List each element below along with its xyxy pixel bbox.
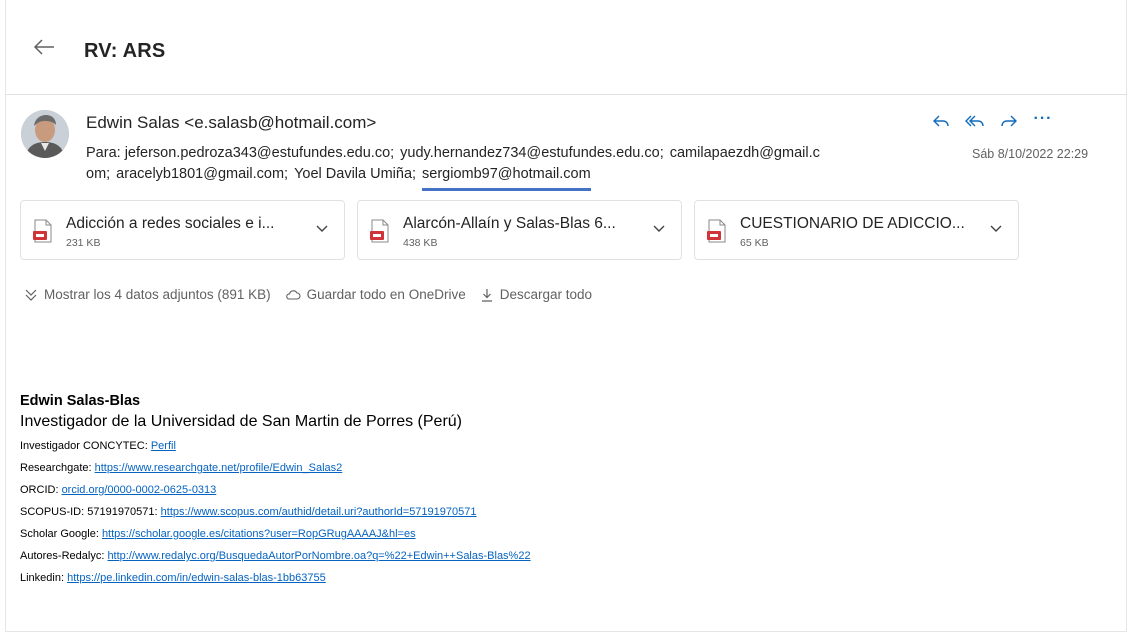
attachment-size: 65 KB <box>740 237 769 249</box>
back-arrow-icon <box>33 39 54 55</box>
signature-label: Autores-Redalyc: <box>20 550 108 562</box>
attachment-name: Adicción a redes sociales e i... <box>66 215 275 232</box>
attachments-toolbar: Mostrar los 4 datos adjuntos (891 KB) Gu… <box>24 287 606 302</box>
attachment-card[interactable]: CUESTIONARIO DE ADICCIO... 65 KB <box>694 200 1019 260</box>
recipients-line: Para: jeferson.pedroza343@estufundes.edu… <box>86 143 956 191</box>
signature-line: SCOPUS-ID: 57191970571: https://www.scop… <box>20 506 531 519</box>
person-photo <box>21 110 69 158</box>
sender-name[interactable]: Edwin Salas <e.salasb@hotmail.com> <box>86 113 376 133</box>
signature-line: Researchgate: https://www.researchgate.n… <box>20 462 531 475</box>
signature-link[interactable]: https://www.scopus.com/authid/detail.uri… <box>161 506 477 518</box>
save-onedrive-link[interactable]: Guardar todo en OneDrive <box>285 287 466 302</box>
attachments-row: Adicción a redes sociales e i... 231 KB … <box>20 200 1019 260</box>
attachment-size: 231 KB <box>66 237 101 249</box>
to-label: Para: <box>86 145 121 161</box>
show-all-label: Mostrar los 4 datos adjuntos (891 KB) <box>44 287 271 302</box>
sent-date: Sáb 8/10/2022 22:29 <box>972 147 1089 161</box>
signature-link[interactable]: https://pe.linkedin.com/in/edwin-salas-b… <box>67 572 326 584</box>
signature-link[interactable]: Perfil <box>151 440 176 452</box>
chevron-down-icon[interactable] <box>315 221 329 235</box>
attachment-name: CUESTIONARIO DE ADICCIO... <box>740 215 965 232</box>
reply-button[interactable] <box>924 108 958 134</box>
signature-label: ORCID: <box>20 484 62 496</box>
save-onedrive-label: Guardar todo en OneDrive <box>306 287 466 302</box>
signature-line: Linkedin: https://pe.linkedin.com/in/edw… <box>20 572 531 585</box>
expand-icon <box>25 289 37 301</box>
recipient[interactable]: camilapaezdh@gmail.c <box>670 145 820 161</box>
signature-label: Scholar Google: <box>20 528 102 540</box>
cloud-icon <box>285 289 301 300</box>
show-all-attachments-link[interactable]: Mostrar los 4 datos adjuntos (891 KB) <box>24 287 271 302</box>
chevron-down-icon[interactable] <box>652 221 666 235</box>
recipient[interactable]: sergiomb97@hotmail.com <box>422 164 591 191</box>
signature-link[interactable]: orcid.org/0000-0002-0625-0313 <box>62 484 217 496</box>
signature-label: Researchgate: <box>20 462 95 474</box>
forward-icon <box>1001 115 1017 127</box>
signature-link[interactable]: https://scholar.google.es/citations?user… <box>102 528 416 540</box>
signature-line: ORCID: orcid.org/0000-0002-0625-0313 <box>20 484 531 497</box>
signature-label: Investigador CONCYTEC: <box>20 440 151 452</box>
forward-button[interactable] <box>992 108 1026 134</box>
recipient[interactable]: Yoel Davila Umiña; <box>294 166 416 182</box>
recipient[interactable]: aracelyb1801@gmail.com; <box>116 166 288 182</box>
message-actions: ··· <box>924 108 1060 134</box>
signature-line: Autores-Redalyc: http://www.redalyc.org/… <box>20 550 531 563</box>
attachment-card[interactable]: Alarcón-Allaín y Salas-Blas 6... 438 KB <box>357 200 682 260</box>
reply-all-icon <box>965 115 984 127</box>
recipient[interactable]: yudy.hernandez734@estufundes.edu.co; <box>400 145 664 161</box>
avatar[interactable] <box>21 110 69 158</box>
signature-link[interactable]: http://www.redalyc.org/BusquedaAutorPorN… <box>107 550 530 562</box>
download-all-label: Descargar todo <box>499 287 593 302</box>
reply-all-button[interactable] <box>958 108 992 134</box>
recipient[interactable]: jeferson.pedroza343@estufundes.edu.co; <box>125 145 394 161</box>
chevron-down-icon[interactable] <box>989 221 1003 235</box>
download-icon <box>481 288 492 302</box>
back-button[interactable] <box>27 30 61 64</box>
pdf-file-icon <box>707 219 726 243</box>
subject-title: RV: ARS <box>84 40 166 62</box>
pdf-file-icon <box>33 219 52 243</box>
attachment-name: Alarcón-Allaín y Salas-Blas 6... <box>403 215 616 232</box>
signature-name: Edwin Salas-Blas <box>20 393 141 409</box>
reply-icon <box>933 115 949 127</box>
signature-title: Investigador de la Universidad de San Ma… <box>20 413 462 430</box>
download-all-link[interactable]: Descargar todo <box>480 287 592 302</box>
more-actions-button[interactable]: ··· <box>1026 108 1060 134</box>
signature-line: Investigador CONCYTEC: Perfil <box>20 440 531 453</box>
message-header: RV: ARS <box>5 0 1127 95</box>
signature-line: Scholar Google: https://scholar.google.e… <box>20 528 531 541</box>
signature-label: SCOPUS-ID: 57191970571: <box>20 506 161 518</box>
more-icon: ··· <box>1033 110 1053 127</box>
attachment-card[interactable]: Adicción a redes sociales e i... 231 KB <box>20 200 345 260</box>
email-signature: Edwin Salas-Blas Investigador de la Univ… <box>20 393 531 585</box>
signature-link[interactable]: https://www.researchgate.net/profile/Edw… <box>95 462 343 474</box>
attachment-size: 438 KB <box>403 237 438 249</box>
recipient[interactable]: om; <box>86 166 110 182</box>
pdf-file-icon <box>370 219 389 243</box>
signature-label: Linkedin: <box>20 572 68 584</box>
